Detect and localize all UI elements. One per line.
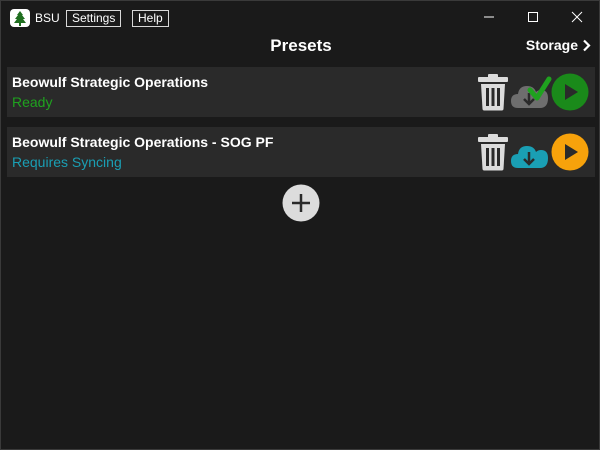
close-icon	[571, 11, 583, 23]
preset-status: Ready	[12, 94, 53, 110]
maximize-button[interactable]	[510, 1, 556, 33]
help-menu-button[interactable]: Help	[132, 10, 169, 27]
delete-preset-button[interactable]	[475, 72, 511, 112]
minimize-button[interactable]	[466, 1, 512, 33]
preset-name: Beowulf Strategic Operations	[12, 74, 209, 90]
preset-status: Requires Syncing	[12, 154, 122, 170]
plus-icon	[282, 184, 320, 222]
launch-preset-button[interactable]	[550, 72, 590, 112]
trash-icon	[478, 134, 508, 171]
cloud-download-icon	[511, 146, 548, 168]
preset-row[interactable]: Beowulf Strategic Operations Ready	[7, 67, 595, 117]
settings-menu-button[interactable]: Settings	[66, 10, 122, 27]
trash-icon	[478, 74, 508, 111]
sync-preset-button[interactable]	[510, 72, 552, 112]
app-title: BSU	[35, 11, 60, 25]
maximize-icon	[528, 12, 538, 22]
play-icon	[551, 73, 589, 111]
close-button[interactable]	[554, 1, 600, 33]
storage-label: Storage	[525, 37, 578, 53]
delete-preset-button[interactable]	[475, 132, 511, 172]
title-bar: BSU Settings Help	[1, 1, 599, 33]
storage-button[interactable]: Storage	[526, 37, 591, 53]
play-icon	[551, 133, 589, 171]
preset-row[interactable]: Beowulf Strategic Operations - SOG PF Re…	[7, 127, 595, 177]
chevron-right-icon	[583, 39, 591, 51]
app-window: BSU Settings Help Presets Storage Beowul…	[0, 0, 600, 450]
sync-preset-button[interactable]	[510, 132, 552, 172]
add-preset-button[interactable]	[282, 184, 320, 222]
page-title: Presets	[270, 36, 332, 55]
cloud-download-checked-icon	[511, 76, 552, 108]
preset-name: Beowulf Strategic Operations - SOG PF	[12, 134, 274, 150]
launch-preset-button[interactable]	[550, 132, 590, 172]
app-logo-icon	[10, 9, 30, 27]
minimize-icon	[484, 16, 494, 18]
